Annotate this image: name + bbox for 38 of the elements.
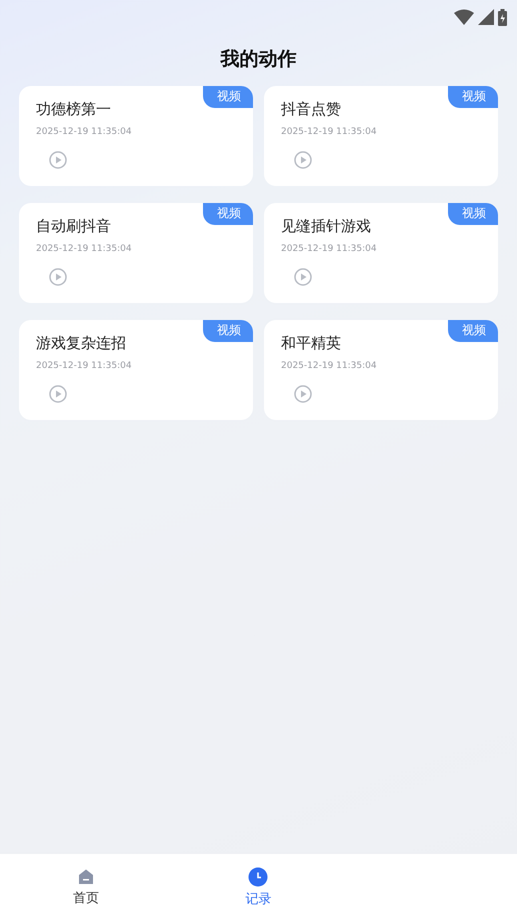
action-title: 和平精英 <box>281 334 342 353</box>
play-icon[interactable] <box>294 385 312 403</box>
video-tag: 视频 <box>448 86 498 108</box>
action-title: 抖音点赞 <box>281 100 342 119</box>
video-tag: 视频 <box>203 320 253 342</box>
play-icon[interactable] <box>49 385 67 403</box>
action-title: 游戏复杂连招 <box>36 334 127 353</box>
video-tag: 视频 <box>203 86 253 108</box>
action-date: 2025-12-19 11:35:04 <box>36 127 133 137</box>
action-date: 2025-12-19 11:35:04 <box>281 244 378 254</box>
battery-icon <box>498 8 507 26</box>
video-tag: 视频 <box>448 320 498 342</box>
action-card[interactable]: 视频 和平精英 2025-12-19 11:35:04 <box>264 320 498 420</box>
action-date: 2025-12-19 11:35:04 <box>281 361 378 371</box>
tab-item[interactable]: 首页 <box>0 854 172 920</box>
action-date: 2025-12-19 11:35:04 <box>36 244 133 254</box>
play-icon[interactable] <box>49 268 67 286</box>
signal-icon <box>478 9 494 25</box>
clock-icon <box>248 866 268 886</box>
action-card[interactable]: 视频 游戏复杂连招 2025-12-19 11:35:04 <box>19 320 253 420</box>
action-card[interactable]: 视频 功德榜第一 2025-12-19 11:35:04 <box>19 86 253 186</box>
play-icon[interactable] <box>294 268 312 286</box>
tab-item[interactable]: 记录 <box>172 854 345 920</box>
video-tag: 视频 <box>203 203 253 225</box>
action-title: 自动刷抖音 <box>36 217 112 236</box>
action-title: 见缝插针游戏 <box>281 217 372 236</box>
home-icon <box>77 868 96 886</box>
action-date: 2025-12-19 11:35:04 <box>281 127 378 137</box>
wifi-icon <box>454 9 474 25</box>
play-icon[interactable] <box>294 151 312 169</box>
action-card[interactable]: 视频 自动刷抖音 2025-12-19 11:35:04 <box>19 203 253 303</box>
page-title: 我的动作 <box>219 47 298 72</box>
action-date: 2025-12-19 11:35:04 <box>36 361 133 371</box>
action-card[interactable]: 视频 见缝插针游戏 2025-12-19 11:35:04 <box>264 203 498 303</box>
action-title: 功德榜第一 <box>36 100 112 119</box>
action-card[interactable]: 视频 抖音点赞 2025-12-19 11:35:04 <box>264 86 498 186</box>
video-tag: 视频 <box>448 203 498 225</box>
play-icon[interactable] <box>49 151 67 169</box>
